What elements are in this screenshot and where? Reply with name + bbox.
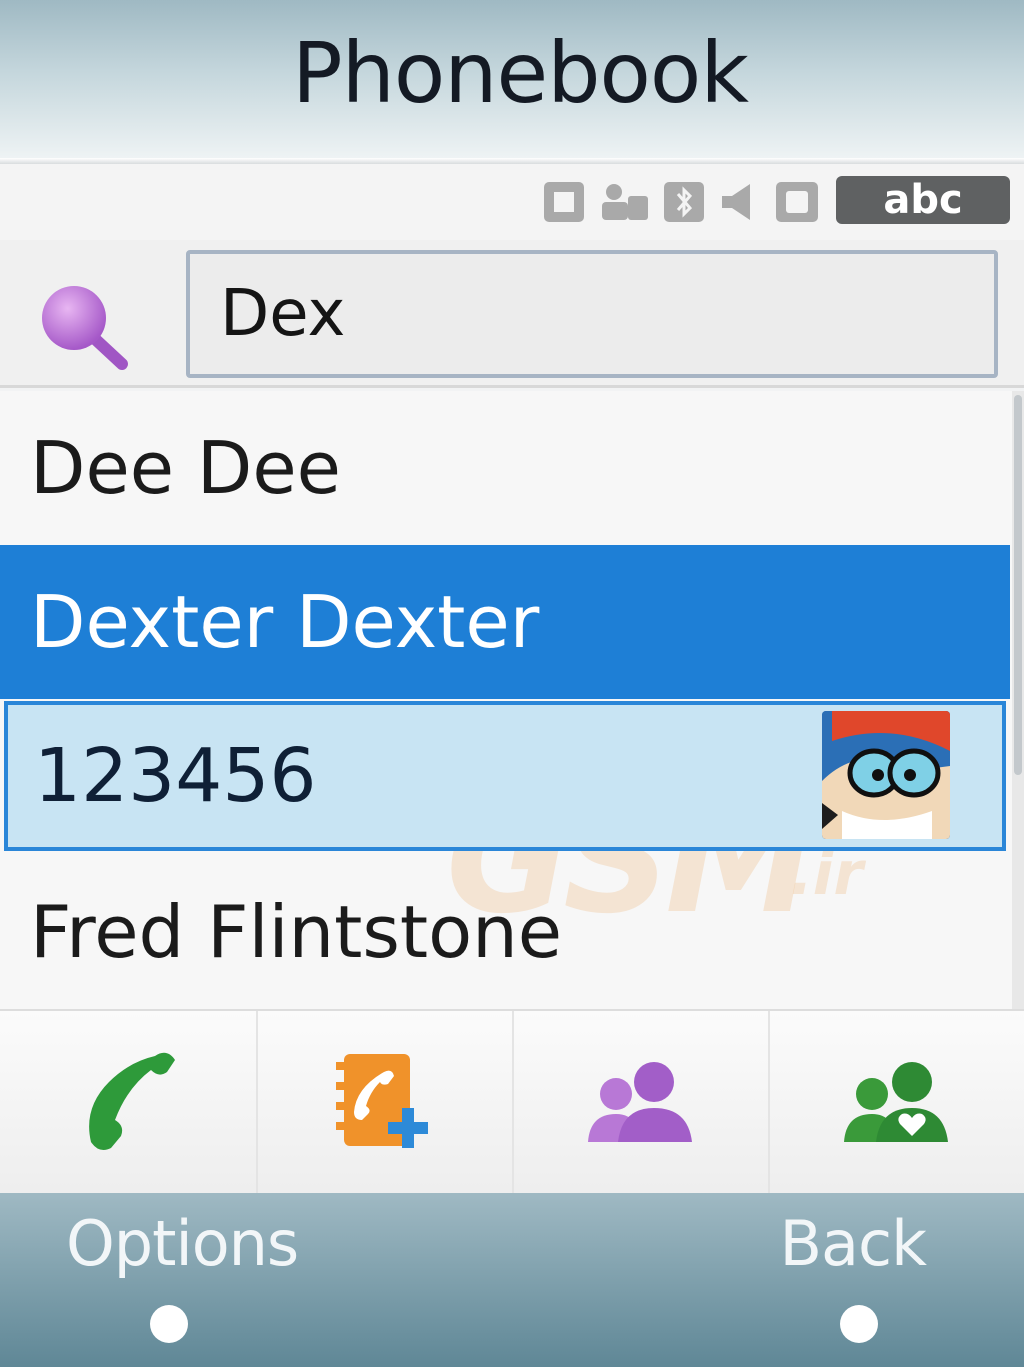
contact-name: Dexter Dexter (30, 580, 540, 664)
groups-icon (588, 1062, 692, 1142)
options-softkey[interactable]: Options (66, 1207, 299, 1280)
search-row (0, 240, 1024, 388)
contact-name: Dee Dee (30, 426, 341, 510)
contact-list: GSM .ir Dee Dee Dexter Dexter 123456 Fre… (0, 391, 1024, 1009)
search-icon (36, 280, 132, 376)
action-bar (0, 1009, 1024, 1195)
memory-icon (776, 182, 818, 222)
title-bar: Phonebook (0, 0, 1024, 158)
contact-number: 123456 (34, 733, 317, 819)
page-title: Phonebook (292, 24, 749, 122)
contact-name: Fred Flintstone (30, 890, 563, 974)
avatar (822, 711, 950, 839)
scrollbar-thumb[interactable] (1014, 395, 1022, 775)
contact-detail[interactable]: 123456 (4, 701, 1006, 851)
groups-button[interactable] (512, 1011, 768, 1195)
list-item-selected[interactable]: Dexter Dexter (0, 545, 1010, 699)
right-softkey-indicator (840, 1305, 878, 1343)
list-item[interactable]: Dee Dee (0, 391, 1010, 545)
sim-icon (544, 182, 584, 222)
softkey-bar: Options Back (0, 1193, 1024, 1367)
add-contact-button[interactable] (256, 1011, 512, 1195)
profile-icon (598, 182, 650, 222)
status-bar: abc (0, 164, 1024, 240)
favorites-icon (844, 1062, 948, 1142)
search-input[interactable] (186, 250, 998, 378)
left-softkey-indicator (150, 1305, 188, 1343)
bluetooth-icon (664, 182, 704, 222)
call-button[interactable] (0, 1011, 256, 1195)
favorites-button[interactable] (768, 1011, 1024, 1195)
speaker-icon (718, 182, 762, 222)
add-contact-icon (336, 1054, 428, 1148)
call-icon (89, 1052, 175, 1150)
list-item[interactable]: Fred Flintstone (0, 855, 1010, 1009)
back-softkey[interactable]: Back (779, 1207, 927, 1280)
input-mode-badge: abc (836, 176, 1010, 224)
